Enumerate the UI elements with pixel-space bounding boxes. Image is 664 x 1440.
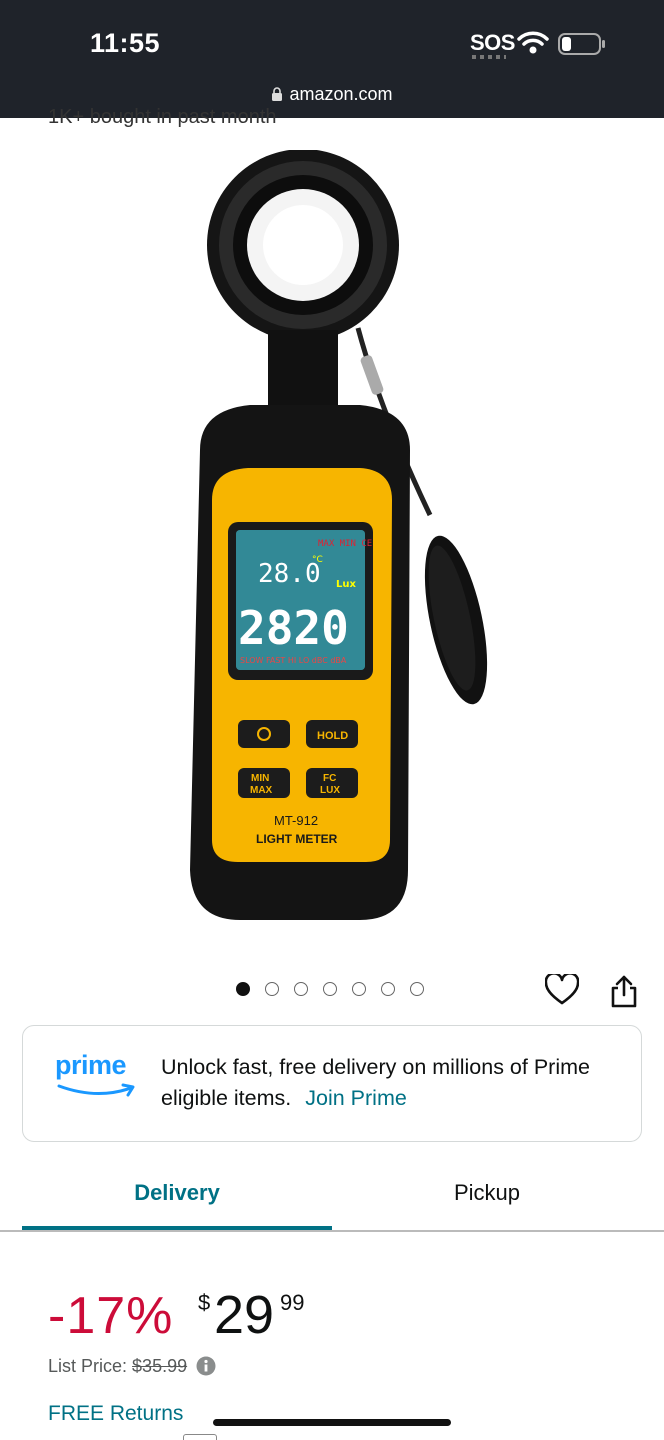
- carousel-dot[interactable]: [294, 982, 308, 996]
- tab-divider: [0, 1230, 664, 1232]
- price-whole: 29: [214, 1285, 275, 1345]
- discount-percent: -17%: [48, 1287, 174, 1345]
- carousel-dots[interactable]: [236, 982, 424, 996]
- svg-text:HOLD: HOLD: [317, 730, 348, 742]
- sos-indicator: SOS: [470, 30, 515, 55]
- prime-logo: prime: [55, 1050, 137, 1106]
- list-price-value: $35.99: [132, 1356, 188, 1376]
- free-returns-link[interactable]: FREE Returns: [48, 1402, 183, 1426]
- list-price: List Price: $35.99: [48, 1356, 216, 1377]
- carousel-dot[interactable]: [236, 982, 250, 996]
- lock-icon: [272, 87, 283, 101]
- svg-text:MAX: MAX: [250, 785, 273, 796]
- svg-text:°C: °C: [312, 555, 323, 565]
- partial-element: [183, 1434, 217, 1440]
- prime-smile-icon: [57, 1083, 135, 1097]
- svg-text:FC: FC: [323, 773, 336, 784]
- clock: 11:55: [90, 28, 161, 58]
- url-bar[interactable]: amazon.com: [0, 84, 664, 105]
- url-text: amazon.com: [289, 84, 393, 104]
- svg-text:LIGHT METER: LIGHT METER: [256, 832, 338, 846]
- carousel-dot[interactable]: [265, 982, 279, 996]
- battery-icon: [558, 33, 605, 55]
- share-icon[interactable]: [609, 974, 639, 1008]
- price-fraction: 99: [280, 1290, 305, 1315]
- wifi-icon: [517, 31, 549, 54]
- price-currency: $: [198, 1290, 211, 1315]
- fulfillment-tabs: Delivery Pickup: [0, 1168, 664, 1232]
- svg-text:2820: 2820: [238, 601, 349, 655]
- prime-banner[interactable]: prime Unlock fast, free delivery on mill…: [22, 1025, 642, 1142]
- join-prime-link[interactable]: Join Prime: [305, 1086, 407, 1110]
- svg-text:LUX: LUX: [320, 785, 340, 796]
- home-indicator[interactable]: [213, 1419, 451, 1426]
- info-icon[interactable]: [196, 1356, 216, 1376]
- heart-icon[interactable]: [545, 974, 579, 1006]
- svg-text:SLOW FAST HI LO dBC dBA: SLOW FAST HI LO dBC dBA: [240, 656, 347, 665]
- carousel-dot[interactable]: [352, 982, 366, 996]
- product-image[interactable]: MAX MIN CE 28.0 °C Lux 2820 SLOW FAST HI…: [170, 150, 500, 930]
- purchase-note: 1K+ bought in past month: [48, 106, 277, 128]
- prime-message: Unlock fast, free delivery on millions o…: [161, 1055, 590, 1110]
- svg-text:MT-912: MT-912: [274, 813, 318, 828]
- tab-delivery[interactable]: Delivery: [22, 1168, 332, 1230]
- status-bar: 11:55 SOS amazon.com: [0, 0, 664, 118]
- signal-dots: [472, 55, 506, 59]
- carousel-dot[interactable]: [381, 982, 395, 996]
- svg-text:Lux: Lux: [336, 579, 356, 590]
- carousel-dot[interactable]: [323, 982, 337, 996]
- tab-pickup[interactable]: Pickup: [332, 1168, 642, 1230]
- svg-text:MIN: MIN: [251, 773, 269, 784]
- svg-text:MAX MIN CE: MAX MIN CE: [318, 539, 372, 549]
- carousel-dot[interactable]: [410, 982, 424, 996]
- list-price-label: List Price:: [48, 1356, 128, 1376]
